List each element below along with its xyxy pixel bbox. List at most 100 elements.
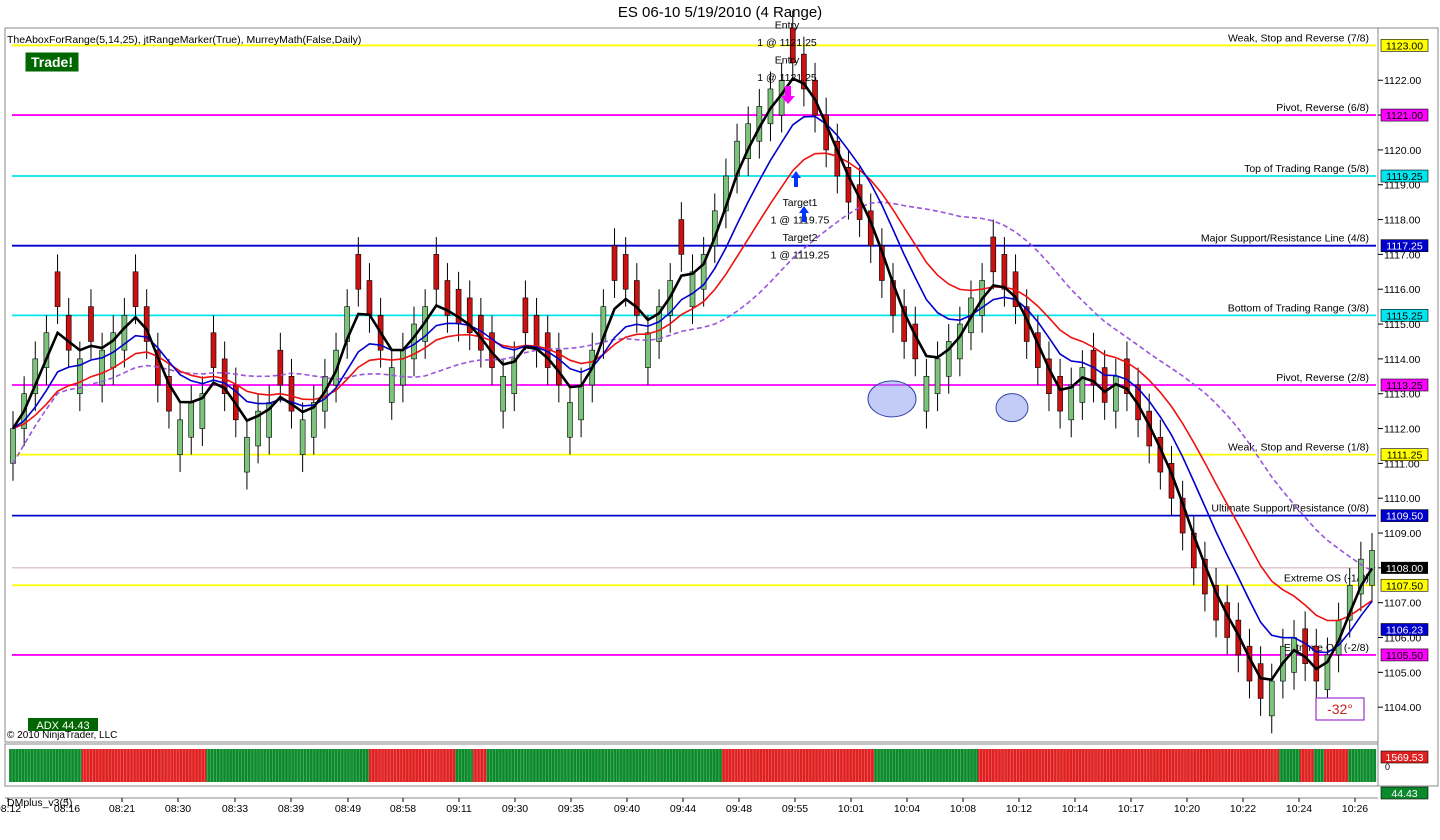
candle [1369, 550, 1375, 586]
x-tick-label: 09:40 [614, 803, 640, 815]
x-tick-label: 10:22 [1230, 803, 1256, 815]
trade-annotation: 1 @ 1119.25 [771, 249, 830, 261]
dm-bar [323, 749, 328, 782]
y-tick-label: 1112.00 [1384, 424, 1421, 436]
dm-bar [233, 749, 238, 782]
dm-bar [652, 749, 657, 782]
dm-bar [583, 749, 588, 782]
dm-bar [458, 749, 463, 782]
price-chart[interactable]: 1104.001105.001106.001107.001108.001109.… [0, 0, 1440, 840]
dm-bar [521, 749, 525, 782]
candle [355, 254, 362, 290]
x-tick-label: 08:21 [109, 803, 135, 815]
trade-annotation: Target2 [782, 232, 817, 244]
dm-bar [791, 749, 795, 782]
murrey-line-label: Ultimate Support/Resistance (0/8) [1211, 503, 1369, 515]
candle [645, 332, 651, 368]
dm-bar [431, 749, 435, 782]
dm-bar [1351, 749, 1356, 782]
price-badge-label: 1111.25 [1387, 450, 1423, 462]
dm-bar [787, 749, 792, 782]
candle [366, 280, 373, 316]
murrey-line-label: Bottom of Trading Range (3/8) [1228, 302, 1369, 314]
angle-badge-label: -32° [1327, 701, 1353, 717]
dm-bar [670, 749, 674, 782]
dm-bar [254, 749, 259, 782]
dm-bar [1026, 749, 1031, 782]
candle [957, 323, 963, 360]
dm-bar [1337, 749, 1342, 782]
candle [65, 315, 72, 351]
dm-bar [265, 749, 269, 782]
dm-bar [936, 749, 941, 782]
candle [277, 349, 284, 386]
dm-bar [611, 749, 615, 782]
dm-bar [1324, 749, 1328, 782]
dm-bar [116, 749, 120, 782]
dm-bar [403, 749, 408, 782]
dm-bar [1130, 749, 1134, 782]
dm-bar [919, 749, 923, 782]
candle [400, 349, 406, 386]
dm-bar [742, 749, 747, 782]
dm-bar [1175, 749, 1179, 782]
dm-bar [1355, 749, 1359, 782]
highlight-circle [995, 393, 1029, 423]
fast-series-line [11, 76, 1374, 681]
dm-bar [846, 749, 851, 782]
dm-bar [1216, 749, 1221, 782]
dm-bar [770, 749, 774, 782]
dm-bar [137, 749, 141, 782]
dm-bar [105, 749, 110, 782]
dm-bar [476, 749, 480, 782]
x-tick-label: 10:01 [838, 803, 864, 815]
dm-bar [57, 749, 62, 782]
y-tick-label: 1104.00 [1384, 702, 1421, 714]
candle [1268, 680, 1275, 717]
candle [299, 419, 306, 455]
x-tick-label: 10:14 [1062, 803, 1088, 815]
dm-bar [829, 749, 833, 782]
dm-bar [849, 749, 854, 782]
dm-bar [701, 749, 705, 782]
dm-bar [503, 749, 508, 782]
dm-bar [1099, 749, 1103, 782]
dm-bar [12, 749, 17, 782]
y-tick-label: 1122.00 [1384, 75, 1421, 87]
candle [511, 358, 518, 395]
dm-bar [535, 749, 539, 782]
highlight-circle [867, 380, 917, 418]
dm-bar [552, 749, 556, 782]
y-tick-label: 1109.00 [1384, 528, 1421, 540]
dm-bar [638, 749, 643, 782]
dm-bar [1154, 749, 1159, 782]
y-tick-label: 1116.00 [1384, 284, 1421, 296]
dm-bar [1126, 749, 1131, 782]
dm-bar [680, 749, 684, 782]
murrey-line-label: Pivot, Reverse (6/8) [1276, 102, 1369, 114]
trade-annotation: Target1 [782, 197, 817, 209]
candle [388, 367, 395, 403]
candle [132, 271, 139, 307]
trade-badge-label: Trade! [31, 54, 73, 70]
y-tick-label: 1118.00 [1384, 215, 1421, 227]
price-badge-label: 1121.00 [1386, 110, 1423, 122]
trade-annotation: 1 @ 1121.25 [757, 37, 817, 49]
dm-bar [175, 749, 179, 782]
dm-bar [1247, 749, 1252, 782]
trade-annotation: 1 @ 1119.75 [771, 215, 830, 227]
x-tick-label: 09:44 [670, 803, 696, 815]
dm-bar [296, 749, 300, 782]
dm-bar [237, 749, 242, 782]
dm-bar [88, 749, 93, 782]
dm-bar [642, 749, 646, 782]
dm-bar [666, 749, 671, 782]
dm-bar [798, 749, 802, 782]
dm-bar [251, 749, 255, 782]
dm-bar [192, 749, 197, 782]
candle [433, 254, 440, 290]
x-tick-label: 10:08 [950, 803, 976, 815]
dm-bar [1085, 749, 1089, 782]
dm-bar [877, 749, 882, 782]
dm-bar [344, 749, 349, 782]
